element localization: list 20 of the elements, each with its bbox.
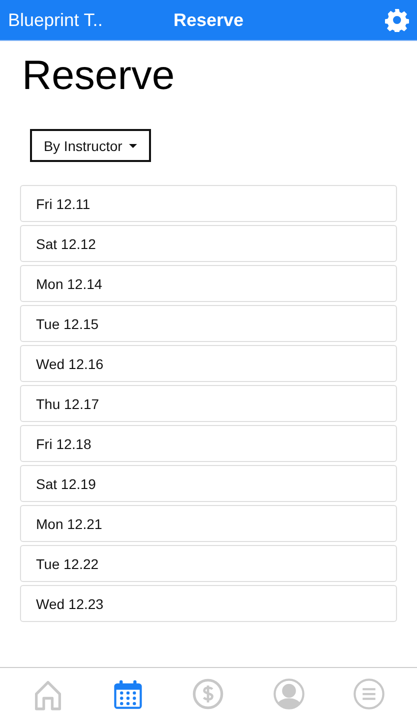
date-row[interactable]: Tue 12.22 [20, 545, 397, 582]
profile-tab-icon[interactable] [272, 677, 306, 711]
payment-tab-icon[interactable] [191, 677, 226, 711]
date-row[interactable]: Tue 12.15 [20, 305, 397, 342]
menu-tab-icon[interactable] [352, 677, 386, 711]
date-row[interactable]: Mon 12.14 [20, 265, 397, 302]
back-title[interactable]: Blueprint T.. [8, 10, 158, 30]
screen-title: Reserve [173, 10, 244, 30]
date-row[interactable]: Wed 12.23 [20, 585, 397, 622]
date-row[interactable]: Thu 12.17 [20, 385, 397, 422]
settings-icon[interactable] [385, 8, 409, 32]
date-row[interactable]: Fri 12.18 [20, 425, 397, 462]
date-row[interactable]: Fri 12.11 [20, 185, 397, 222]
date-row[interactable]: Mon 12.21 [20, 505, 397, 542]
filter-dropdown[interactable]: By Instructor [30, 129, 151, 162]
date-row[interactable]: Sat 12.12 [20, 225, 397, 262]
date-row[interactable]: Wed 12.16 [20, 345, 397, 382]
page-title: Reserve [22, 51, 175, 99]
caret-icon [129, 144, 138, 148]
date-row[interactable]: Sat 12.19 [20, 465, 397, 502]
